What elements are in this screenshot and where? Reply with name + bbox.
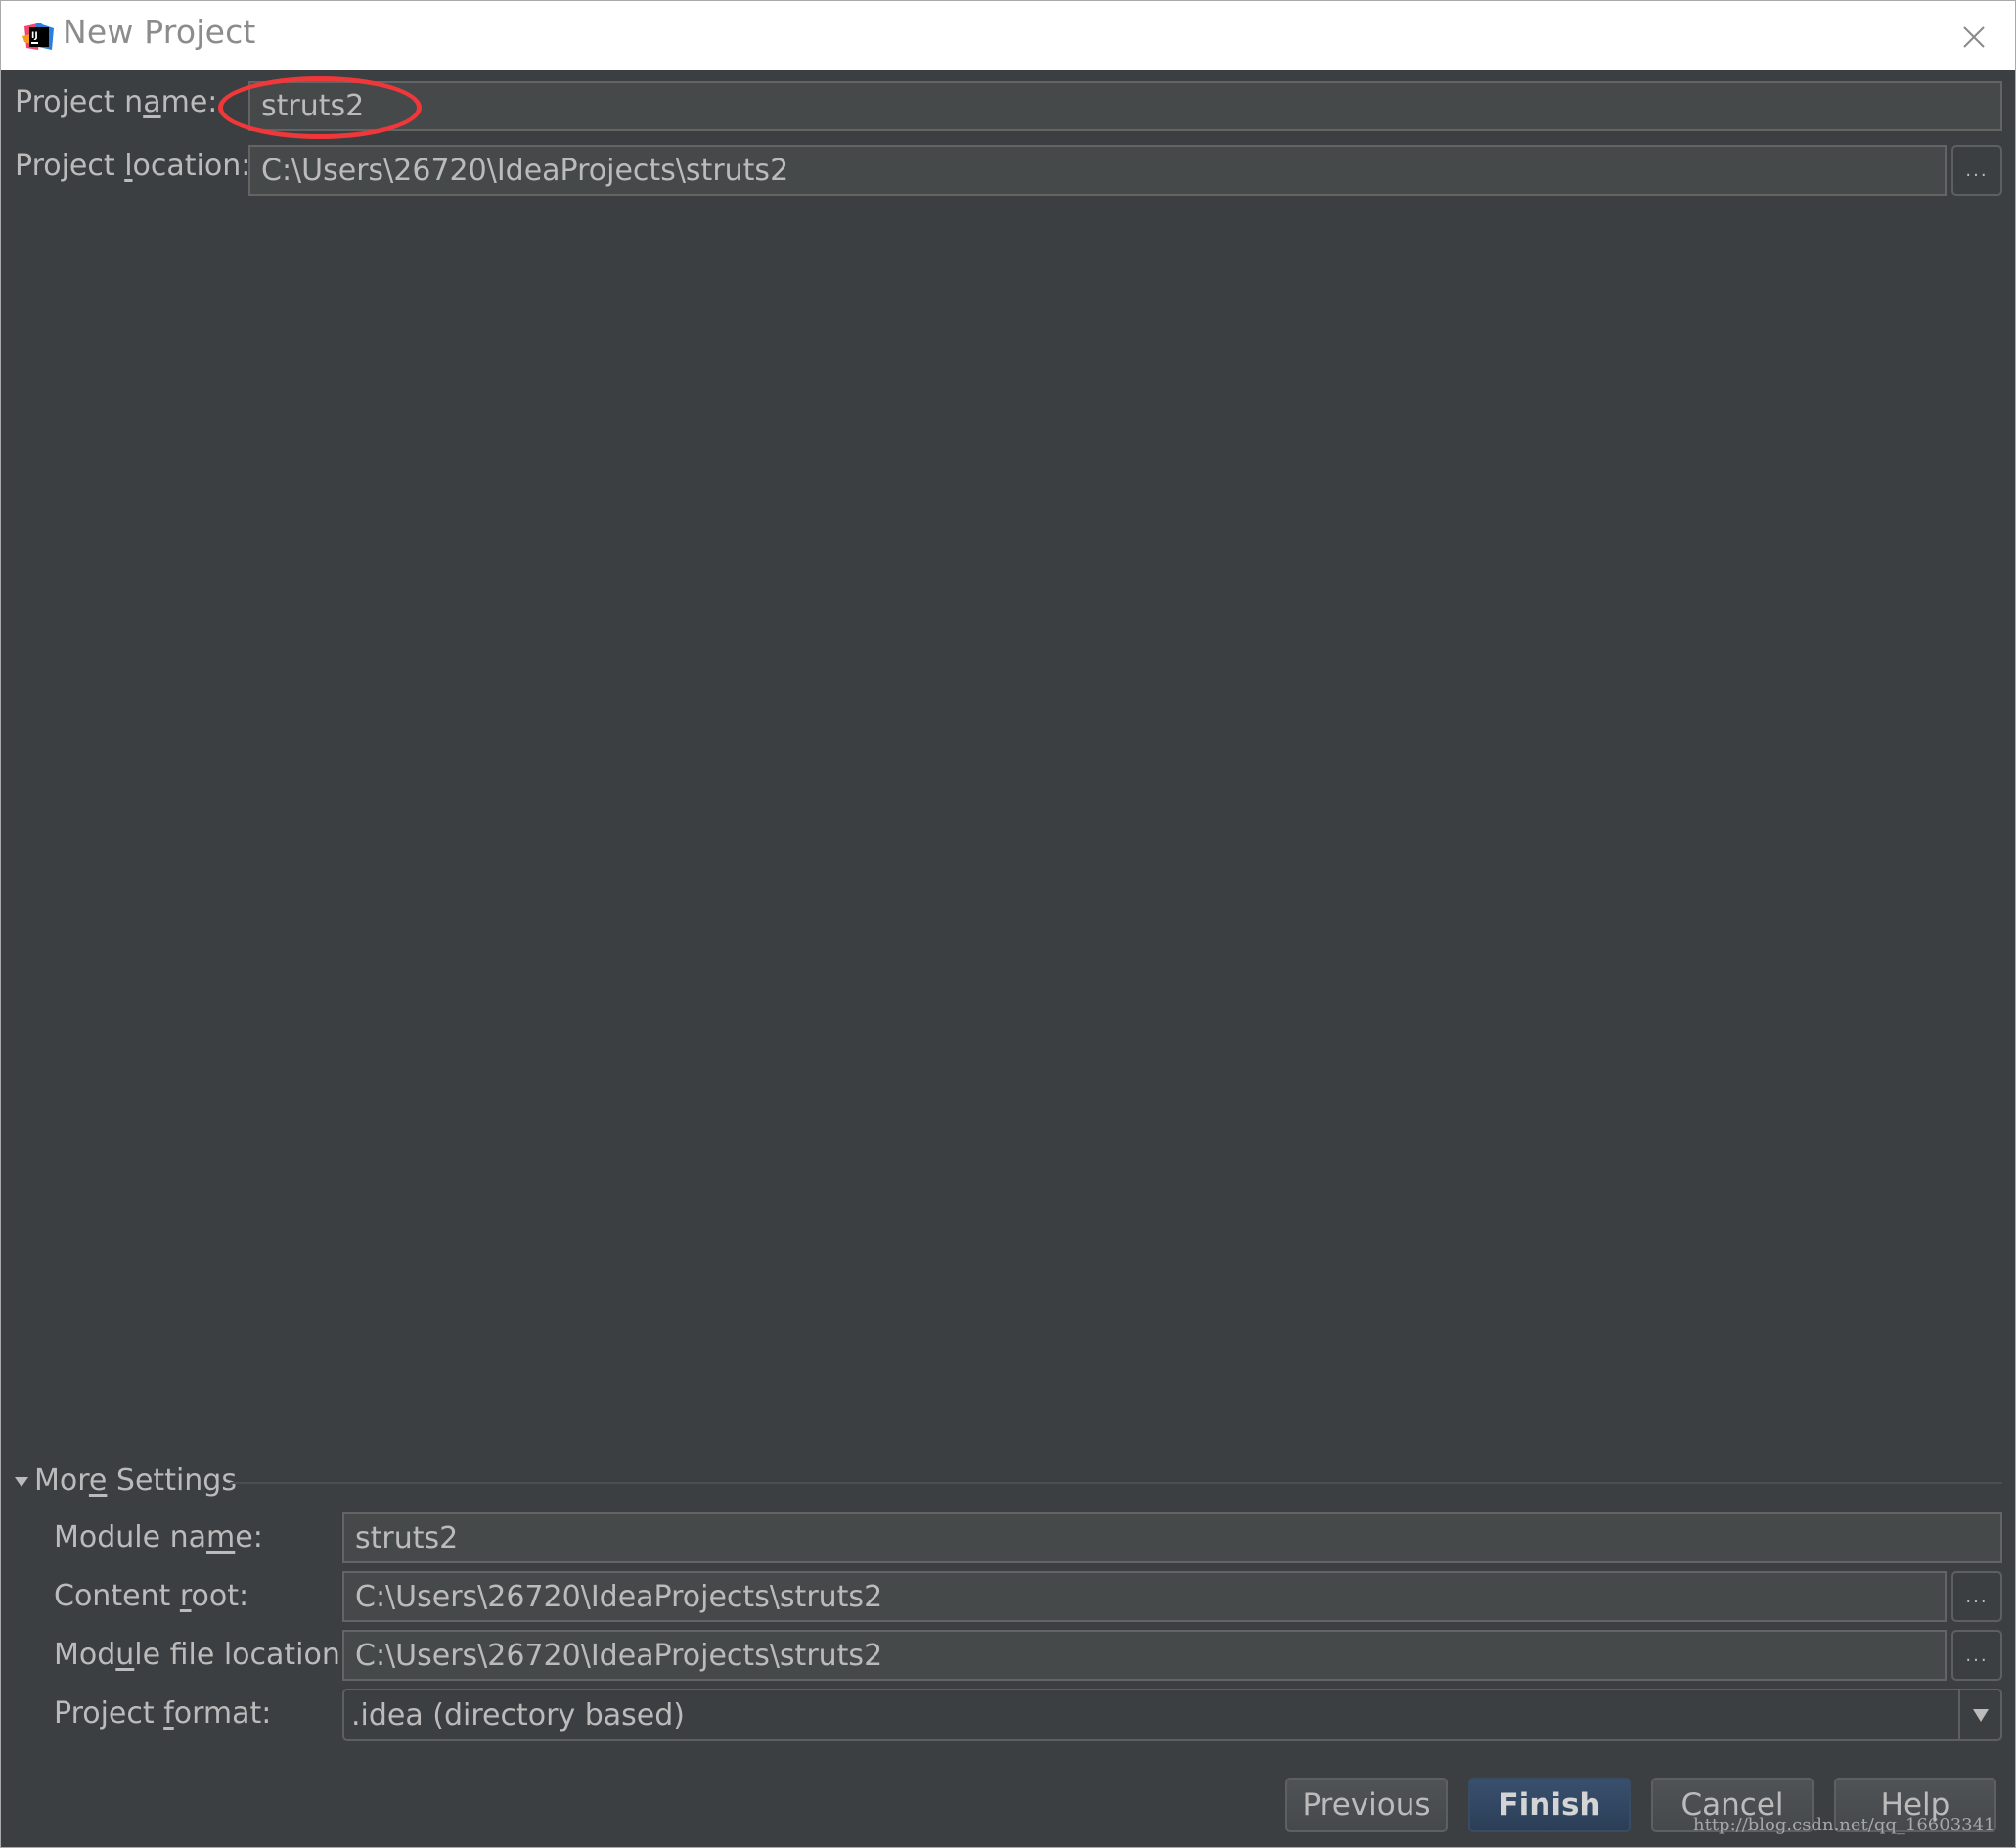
content-root-label: Content root: [54, 1579, 249, 1613]
more-settings-toggle[interactable]: More Settings [15, 1464, 237, 1498]
module-name-value: struts2 [355, 1520, 459, 1555]
content-root-browse-button[interactable]: ... [1951, 1571, 2002, 1622]
finish-button[interactable]: Finish [1468, 1778, 1631, 1832]
module-file-location-label: Module file location: [54, 1638, 350, 1672]
content-root-input[interactable]: C:\Users\26720\IdeaProjects\struts2 [342, 1571, 1947, 1622]
project-location-browse-button[interactable]: ... [1951, 145, 2002, 196]
project-name-input[interactable]: struts2 [248, 81, 2002, 131]
project-location-value: C:\Users\26720\IdeaProjects\struts2 [261, 153, 789, 188]
intellij-idea-icon: IJ [22, 23, 54, 50]
section-divider [230, 1482, 2002, 1484]
module-file-location-input[interactable]: C:\Users\26720\IdeaProjects\struts2 [342, 1630, 1947, 1681]
watermark: http://blog.csdn.net/qq_16603341 [1693, 1815, 1995, 1835]
project-format-dropdown-button[interactable] [1958, 1690, 2000, 1739]
more-settings-title: More Settings [34, 1464, 237, 1498]
project-format-label: Project format: [54, 1696, 272, 1731]
title-bar: IJ New Project [1, 1, 2015, 70]
module-file-location-value: C:\Users\26720\IdeaProjects\struts2 [355, 1638, 883, 1673]
svg-text:IJ: IJ [31, 31, 38, 41]
content-root-value: C:\Users\26720\IdeaProjects\struts2 [355, 1579, 883, 1614]
expand-triangle-icon [15, 1476, 28, 1487]
module-name-label: Module name: [54, 1520, 263, 1555]
close-icon[interactable] [1957, 21, 1991, 54]
project-location-input[interactable]: C:\Users\26720\IdeaProjects\struts2 [248, 145, 1947, 196]
dropdown-arrow-icon [1972, 1708, 1989, 1722]
module-name-input[interactable]: struts2 [342, 1512, 2002, 1563]
project-format-select[interactable]: .idea (directory based) [342, 1689, 2002, 1741]
project-name-label: Project name: [15, 85, 218, 119]
project-location-label: Project location: [15, 149, 251, 183]
new-project-dialog: IJ New Project Project name: struts2 Pro… [0, 0, 2016, 1848]
module-file-location-browse-button[interactable]: ... [1951, 1630, 2002, 1681]
previous-button[interactable]: Previous [1285, 1778, 1448, 1832]
window-title: New Project [63, 13, 256, 51]
project-name-value: struts2 [261, 89, 365, 123]
project-format-value: .idea (directory based) [351, 1697, 686, 1733]
